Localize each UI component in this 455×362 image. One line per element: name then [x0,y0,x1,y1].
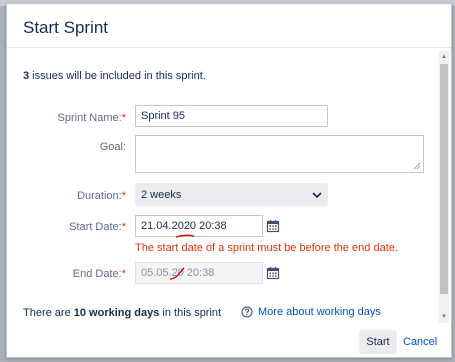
dialog-body: 3 issues will be included in this sprint… [7,48,437,326]
dialog-title: Start Sprint [23,18,109,37]
dialog-footer: Start Cancel [7,326,451,359]
cancel-button[interactable]: Cancel [403,330,437,354]
dialog-scrollbar[interactable]: ▲ ▼ [439,51,449,323]
more-about-working-days-link[interactable]: More about working days [241,306,381,318]
issue-summary: 3 issues will be included in this sprint… [23,70,206,82]
working-days-text: There are 10 working days in this sprint [23,307,222,319]
calendar-icon[interactable] [266,219,280,233]
calendar-icon[interactable] [266,266,280,280]
start-date-input[interactable]: 21.04.2020 20:38 [135,215,263,237]
chevron-down-icon [312,191,322,198]
start-date-error: The start date of a sprint must be befor… [135,242,398,254]
scroll-down-arrow-icon[interactable]: ▼ [439,311,449,323]
start-sprint-dialog: Start Sprint 3 issues will be included i… [6,3,452,358]
resize-handle-icon[interactable] [413,162,421,170]
goal-textarea[interactable] [135,135,424,173]
dialog-header: Start Sprint [7,4,451,48]
end-date-input: 05.05.20 20:38 [135,262,263,284]
sprint-name-input[interactable]: Sprint 95 [135,105,328,127]
start-date-label: Start Date:* [69,221,126,233]
scroll-up-arrow-icon[interactable]: ▲ [439,51,449,63]
sprint-name-label: Sprint Name:* [57,112,126,124]
duration-select[interactable]: 2 weeks [135,183,328,206]
goal-label: Goal: [99,141,126,153]
help-icon [241,306,253,318]
start-button[interactable]: Start [359,330,397,354]
issue-summary-text: issues will be included in this sprint. [29,70,206,82]
end-date-label: End Date:* [72,268,126,280]
duration-label: Duration:* [77,190,126,202]
scrollbar-thumb[interactable] [440,64,448,294]
